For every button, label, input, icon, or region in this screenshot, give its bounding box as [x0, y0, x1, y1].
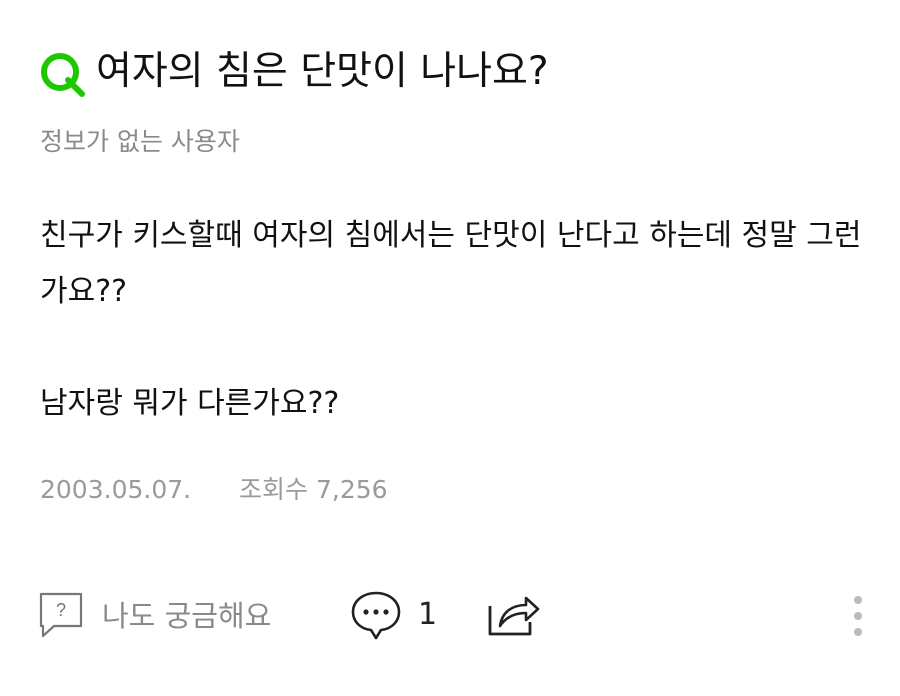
- post-date: 2003.05.07.: [40, 475, 192, 504]
- comment-count: 1: [418, 596, 438, 632]
- me-too-curious-button[interactable]: ? 나도 궁금해요: [38, 584, 271, 644]
- more-options-button[interactable]: [850, 584, 866, 644]
- svg-text:?: ?: [56, 600, 66, 620]
- question-q-icon: [41, 53, 85, 97]
- question-header: 여자의 침은 단맛이 나나요?: [38, 40, 549, 104]
- question-body: 친구가 키스할때 여자의 침에서는 단맛이 난다고 하는데 정말 그런가요?? …: [40, 208, 870, 432]
- question-title: 여자의 침은 단맛이 나나요?: [96, 49, 549, 94]
- question-body-paragraph: 친구가 키스할때 여자의 침에서는 단맛이 난다고 하는데 정말 그런가요??: [40, 218, 862, 309]
- comment-button[interactable]: 1: [350, 584, 437, 644]
- question-bubble-icon: ?: [39, 592, 83, 638]
- share-icon: [488, 596, 540, 636]
- question-body-paragraph: 남자랑 뭐가 다른가요??: [40, 386, 340, 421]
- action-bar: ? 나도 궁금해요 1: [38, 584, 878, 644]
- me-too-curious-label: 나도 궁금해요: [102, 599, 272, 633]
- view-count: 조회수 7,256: [239, 475, 388, 504]
- question-meta: 2003.05.07. 조회수 7,256: [40, 470, 388, 510]
- more-vertical-icon: [854, 596, 862, 636]
- share-button[interactable]: [486, 584, 542, 644]
- author-name[interactable]: 정보가 없는 사용자: [40, 124, 240, 160]
- comment-icon: [351, 591, 401, 640]
